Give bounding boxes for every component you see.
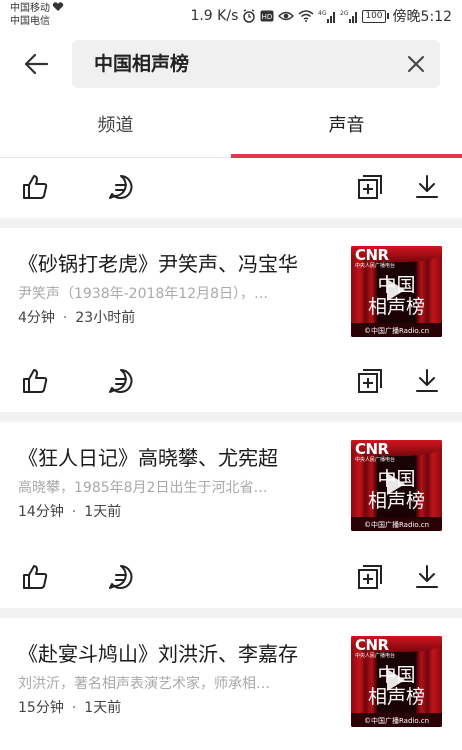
like-button[interactable] — [20, 172, 50, 202]
cnr-logo-sub: 中央人民广播电台 — [355, 457, 396, 463]
battery-icon: 100 — [362, 9, 389, 23]
tab-channels[interactable]: 频道 — [0, 96, 231, 158]
divider — [0, 608, 462, 618]
hd-icon: HD — [260, 10, 274, 22]
item-thumbnail[interactable]: CNR 中央人民广播电台 中国 相声榜 ©中国广播Radio.cn — [351, 440, 442, 531]
meta-separator: · — [71, 700, 77, 716]
add-to-playlist-button[interactable] — [355, 366, 385, 396]
item-description: 高晓攀，1985年8月2日出生于河北省… — [18, 480, 268, 496]
like-button[interactable] — [20, 366, 50, 396]
status-icons: 1.9 K/s HD 4G 2G 100 傍晚5:12 — [190, 7, 452, 25]
add-to-playlist-icon — [358, 369, 382, 393]
play-icon — [387, 669, 405, 691]
cnr-logo: CNR — [355, 636, 389, 654]
thumb-footer: ©中国广播Radio.cn — [363, 327, 430, 335]
thumb-footer: ©中国广播Radio.cn — [363, 521, 430, 529]
item-title: 《狂人日记》高晓攀、尤宪超 — [18, 446, 278, 470]
item-duration: 4分钟 — [18, 310, 55, 326]
svg-text:HD: HD — [262, 13, 273, 21]
svg-text:2G: 2G — [340, 10, 349, 17]
item-meta: 4分钟 · 23小时前 — [18, 308, 135, 328]
back-arrow-icon — [24, 53, 48, 75]
item-thumbnail[interactable]: CNR 中央人民广播电台 中国 相声榜 ©中国广播Radio.cn — [351, 636, 442, 727]
alarm-icon — [243, 9, 256, 23]
like-button[interactable] — [20, 562, 50, 592]
cnr-logo-sub: 中央人民广播电台 — [355, 653, 396, 659]
tab-audio[interactable]: 声音 — [231, 96, 462, 158]
item-meta: 14分钟 · 1天前 — [18, 502, 121, 522]
action-row — [0, 548, 462, 608]
comment-icon — [109, 369, 133, 393]
item-description: 尹笑声（1938年-2018年12月8日），… — [18, 286, 269, 302]
item-meta: 15分钟 · 1天前 — [18, 698, 121, 718]
heartbeat-icon — [52, 2, 64, 12]
clock: 傍晚5:12 — [392, 9, 452, 25]
play-icon — [387, 473, 405, 495]
item-time: 1天前 — [84, 700, 122, 716]
clear-button[interactable] — [402, 50, 430, 78]
search-query[interactable]: 中国相声榜 — [94, 52, 189, 76]
add-to-playlist-button[interactable] — [355, 172, 385, 202]
wifi-icon — [298, 10, 314, 22]
eye-icon — [278, 11, 295, 21]
battery-level: 100 — [362, 9, 386, 23]
action-row — [0, 158, 462, 218]
divider — [0, 218, 462, 228]
svg-text:4G: 4G — [318, 10, 327, 17]
item-title: 《赴宴斗鸠山》刘洪沂、李嘉存 — [18, 642, 298, 666]
cnr-logo-sub: 中央人民广播电台 — [355, 263, 396, 269]
signal-2g-icon: 2G — [340, 10, 358, 23]
item-thumbnail[interactable]: CNR 中央人民广播电台 中国 相声榜 ©中国广播Radio.cn — [351, 246, 442, 337]
item-time: 1天前 — [84, 504, 122, 520]
comment-button[interactable] — [106, 172, 136, 202]
thumbs-up-icon — [23, 565, 48, 589]
carrier-info: 中国移动 中国电信 — [10, 2, 64, 28]
item-duration: 15分钟 — [18, 700, 64, 716]
download-button[interactable] — [412, 366, 442, 396]
download-button[interactable] — [412, 562, 442, 592]
search-header: 中国相声榜 — [0, 32, 462, 96]
download-icon — [416, 175, 438, 198]
list-item[interactable]: 《狂人日记》高晓攀、尤宪超 高晓攀，1985年8月2日出生于河北省… 14分钟 ·… — [0, 422, 462, 542]
comment-button[interactable] — [106, 562, 136, 592]
item-description: 刘洪沂，著名相声表演艺术家，师承相… — [18, 676, 270, 692]
carrier-2: 中国电信 — [10, 16, 50, 27]
thumbs-up-icon — [23, 369, 48, 393]
meta-separator: · — [71, 504, 77, 520]
add-to-playlist-icon — [358, 175, 382, 199]
meta-separator: · — [62, 310, 68, 326]
back-button[interactable] — [16, 46, 56, 82]
comment-icon — [109, 565, 133, 589]
list-item[interactable]: 《砂锅打老虎》尹笑声、冯宝华 尹笑声（1938年-2018年12月8日），… 4… — [0, 228, 462, 348]
item-title: 《砂锅打老虎》尹笑声、冯宝华 — [18, 252, 298, 276]
carrier-1: 中国移动 — [10, 3, 50, 14]
clear-x-icon — [408, 56, 424, 72]
item-time: 23小时前 — [75, 310, 136, 326]
divider — [0, 412, 462, 422]
add-to-playlist-button[interactable] — [355, 562, 385, 592]
download-icon — [416, 369, 438, 392]
network-speed: 1.9 K/s — [190, 8, 239, 24]
item-duration: 14分钟 — [18, 504, 64, 520]
play-icon — [387, 279, 405, 301]
comment-button[interactable] — [106, 366, 136, 396]
status-bar: 中国移动 中国电信 1.9 K/s HD 4G 2G 100 傍晚5:12 — [0, 0, 462, 32]
thumbs-up-icon — [23, 175, 48, 199]
download-button[interactable] — [412, 172, 442, 202]
comment-icon — [109, 175, 133, 199]
action-row — [0, 352, 462, 412]
list-item[interactable]: 《赴宴斗鸠山》刘洪沂、李嘉存 刘洪沂，著名相声表演艺术家，师承相… 15分钟 · 1… — [0, 618, 462, 738]
cnr-logo: CNR — [355, 440, 389, 458]
search-input[interactable]: 中国相声榜 — [72, 40, 440, 88]
signal-4g-icon: 4G — [318, 10, 336, 23]
download-icon — [416, 565, 438, 588]
cnr-logo: CNR — [355, 246, 389, 264]
add-to-playlist-icon — [358, 565, 382, 589]
thumb-footer: ©中国广播Radio.cn — [363, 717, 430, 725]
tab-bar: 频道 声音 — [0, 96, 462, 158]
